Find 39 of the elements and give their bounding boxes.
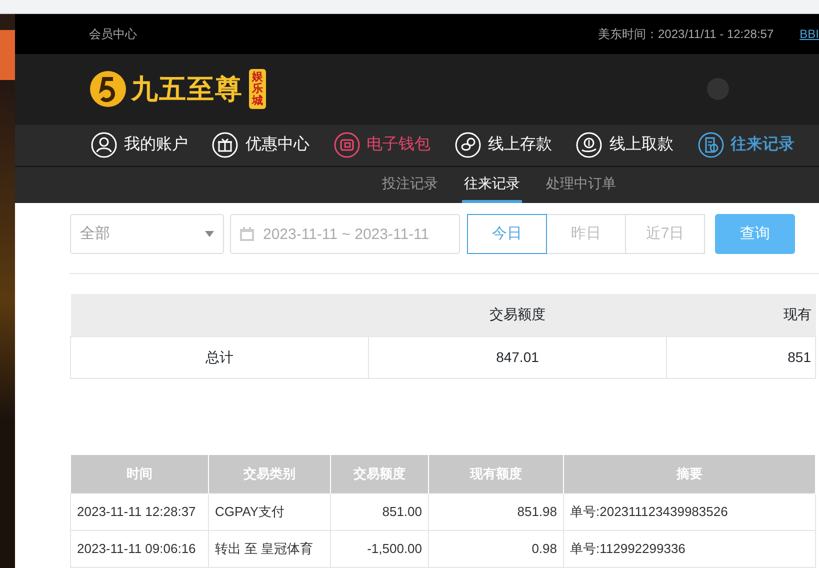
table-cell: 851.00 (330, 494, 428, 531)
logo-emblem-icon (89, 70, 127, 108)
sub-tab[interactable]: 投注记录 (380, 166, 440, 204)
table-cell: -1,500.00 (330, 530, 428, 568)
table-cell: 2023-11-11 12:28:37 (70, 494, 208, 531)
member-center-link[interactable]: 会员中心 (89, 24, 137, 43)
gift-icon (212, 132, 238, 158)
dollar-hand-icon (576, 132, 602, 158)
type-select-value: 全部 (80, 224, 110, 244)
table-cell: 单号:112992299336 (564, 530, 816, 568)
column-header: 交易额度 (368, 294, 666, 336)
date-range-button[interactable]: 今日 (467, 214, 547, 254)
column-header: 现有 (666, 294, 816, 336)
table-cell: 总计 (70, 336, 368, 378)
logo-badge: 娱乐城 (249, 69, 266, 110)
table-cell: 847.01 (368, 336, 666, 378)
table-cell: 转出 至 皇冠体育 (208, 530, 330, 568)
nav-item[interactable]: 优惠中心 (212, 132, 334, 158)
table-cell: CGPAY支付 (208, 494, 330, 531)
type-select[interactable]: 全部 (70, 214, 224, 254)
table-cell: 851 (666, 336, 816, 378)
nav-item[interactable]: 往来记录 (698, 132, 819, 158)
wallet-icon (334, 132, 360, 158)
table-cell: 0.98 (428, 530, 564, 568)
nav-item[interactable]: 线上取款 (576, 132, 698, 158)
document-icon (698, 132, 724, 158)
sub-tab[interactable]: 处理中订单 (544, 166, 618, 204)
nav-item[interactable]: 我的账户 (91, 132, 212, 158)
coins-icon (454, 132, 481, 158)
table-cell: 851.98 (428, 494, 564, 531)
table-cell: 2023-11-11 09:06:16 (70, 530, 208, 568)
nav-item[interactable]: 线上存款 (454, 132, 576, 158)
time-label: 美东时间：2023/11/11 - 12:28:57 (598, 26, 774, 43)
nav-item[interactable]: 电子钱包 (334, 132, 455, 158)
caret-icon (205, 231, 214, 238)
top-link[interactable]: BBI (800, 24, 819, 43)
logo-text: 九五至尊 (131, 73, 243, 106)
table-cell: 单号:202311123439983526 (564, 494, 816, 531)
person-icon (91, 132, 117, 158)
